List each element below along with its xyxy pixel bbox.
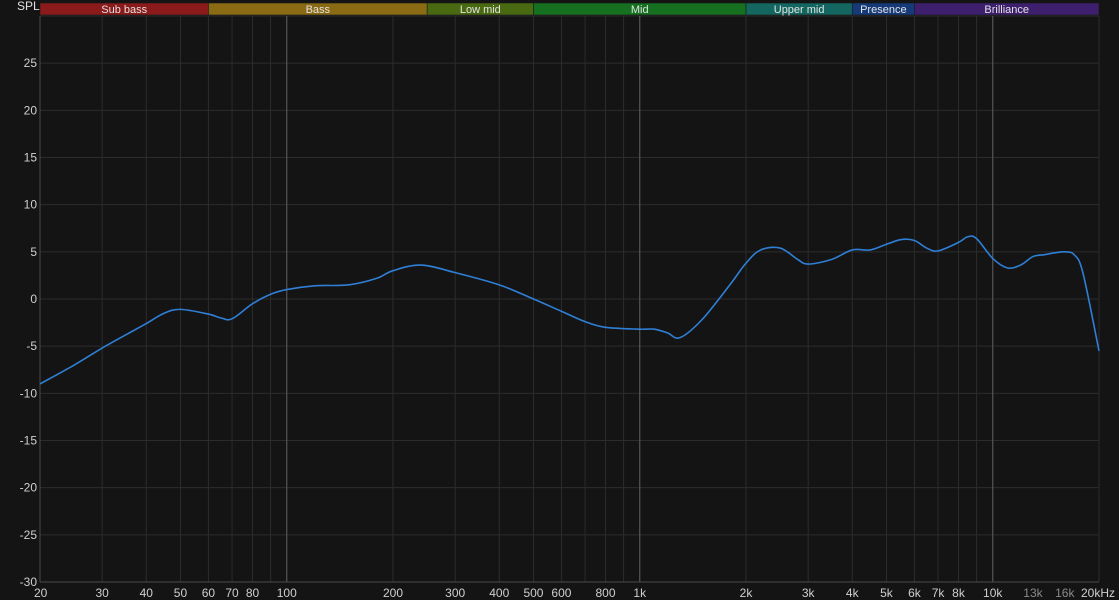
x-tick-label: 5k <box>880 586 894 600</box>
y-tick-label: 15 <box>24 151 38 165</box>
x-tick-label: 6k <box>908 586 922 600</box>
band-label: Sub bass <box>101 4 147 16</box>
x-tick-label: 13k <box>1023 586 1043 600</box>
x-tick-label: 300 <box>445 586 465 600</box>
x-tick-label: 50 <box>174 586 188 600</box>
y-tick-label: -10 <box>20 386 38 400</box>
y-tick-label: -20 <box>20 481 38 495</box>
x-tick-label: 4k <box>846 586 860 600</box>
band-label: Presence <box>860 4 906 16</box>
x-tick-label: 500 <box>523 586 543 600</box>
chart-background <box>0 0 1119 600</box>
x-tick-label: 2k <box>740 586 754 600</box>
x-tick-label: 30 <box>95 586 109 600</box>
y-tick-label: -25 <box>20 528 38 542</box>
x-tick-label: 40 <box>140 586 154 600</box>
x-tick-label: 20 <box>34 586 48 600</box>
y-tick-label: 20 <box>24 103 38 117</box>
band-label: Brilliance <box>984 4 1029 16</box>
x-tick-label: 8k <box>952 586 966 600</box>
x-tick-label: 100 <box>277 586 297 600</box>
x-tick-label: 600 <box>551 586 571 600</box>
y-tick-label: -15 <box>20 434 38 448</box>
frequency-response-chart: Sub bass Bass Low mid Mid Upper mid Presence B… <box>0 0 1119 600</box>
band-label: Mid <box>631 4 649 16</box>
x-tick-label: 400 <box>489 586 509 600</box>
y-axis-label: SPL <box>17 0 40 13</box>
x-tick-label: 200 <box>383 586 403 600</box>
x-tick-label: 1k <box>633 586 647 600</box>
band-label: Bass <box>306 4 331 16</box>
y-tick-label: 0 <box>30 292 37 306</box>
x-tick-label: 3k <box>802 586 816 600</box>
x-axis-unit-label: 20kHz <box>1081 586 1115 600</box>
frequency-bands: Sub bass Bass Low mid Mid Upper mid Presence B… <box>39 2 1100 16</box>
x-tick-label: 60 <box>202 586 216 600</box>
band-label: Upper mid <box>774 4 825 16</box>
y-tick-label: 5 <box>30 245 37 259</box>
y-tick-label: -5 <box>26 339 37 353</box>
band-label: Low mid <box>460 4 501 16</box>
y-tick-label: 25 <box>24 56 38 70</box>
x-tick-label: 7k <box>932 586 946 600</box>
x-tick-label: 16k <box>1055 586 1075 600</box>
x-tick-label: 70 <box>225 586 239 600</box>
y-tick-label: 10 <box>24 198 38 212</box>
x-tick-label: 10k <box>983 586 1003 600</box>
x-tick-label: 80 <box>246 586 260 600</box>
x-tick-label: 800 <box>596 586 616 600</box>
